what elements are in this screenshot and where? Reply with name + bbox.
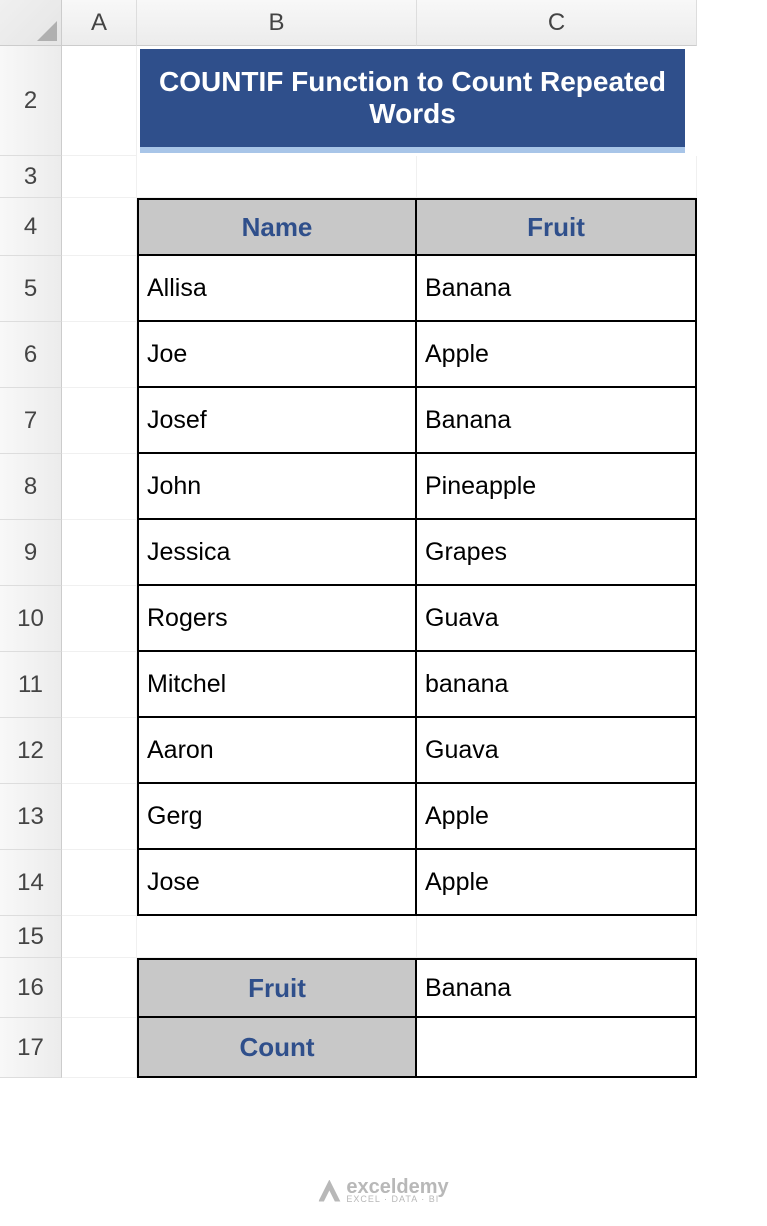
row-header-8[interactable]: 8 [0,454,62,520]
row-header-10[interactable]: 10 [0,586,62,652]
row-header-4[interactable]: 4 [0,198,62,256]
title-banner: COUNTIF Function to Count Repeated Words [140,49,685,153]
table-cell-name[interactable]: Jose [137,850,417,916]
cell-A12[interactable] [62,718,137,784]
summary-fruit-label[interactable]: Fruit [137,958,417,1018]
cell-A11[interactable] [62,652,137,718]
row-header-12[interactable]: 12 [0,718,62,784]
cell-A6[interactable] [62,322,137,388]
table-cell-name[interactable]: John [137,454,417,520]
watermark: exceldemy EXCEL · DATA · BI [318,1177,448,1204]
row-header-6[interactable]: 6 [0,322,62,388]
summary-fruit-value[interactable]: Banana [417,958,697,1018]
cell-A4[interactable] [62,198,137,256]
select-all-corner[interactable] [0,0,62,46]
table-cell-name[interactable]: Rogers [137,586,417,652]
cell-A10[interactable] [62,586,137,652]
row-header-9[interactable]: 9 [0,520,62,586]
cell-A8[interactable] [62,454,137,520]
table-cell-fruit[interactable]: Banana [417,388,697,454]
table-cell-fruit[interactable]: Apple [417,322,697,388]
table-cell-fruit[interactable]: banana [417,652,697,718]
cell-A14[interactable] [62,850,137,916]
cell-A2[interactable] [62,46,137,156]
table-cell-fruit[interactable]: Apple [417,784,697,850]
table-header-fruit[interactable]: Fruit [417,198,697,256]
summary-count-label[interactable]: Count [137,1018,417,1078]
table-cell-name[interactable]: Allisa [137,256,417,322]
table-cell-fruit[interactable]: Pineapple [417,454,697,520]
column-header-B[interactable]: B [137,0,417,46]
cell-C15[interactable] [417,916,697,958]
watermark-logo-icon [318,1180,340,1202]
spreadsheet-grid: A B C 2 COUNTIF Function to Count Repeat… [0,0,767,1078]
table-cell-name[interactable]: Gerg [137,784,417,850]
row-header-2[interactable]: 2 [0,46,62,156]
row-header-3[interactable]: 3 [0,156,62,198]
cell-C3[interactable] [417,156,697,198]
row-header-13[interactable]: 13 [0,784,62,850]
cell-A7[interactable] [62,388,137,454]
summary-count-value[interactable] [417,1018,697,1078]
cell-A3[interactable] [62,156,137,198]
row-header-11[interactable]: 11 [0,652,62,718]
table-cell-fruit[interactable]: Apple [417,850,697,916]
cell-A17[interactable] [62,1018,137,1078]
cell-A16[interactable] [62,958,137,1018]
table-cell-name[interactable]: Mitchel [137,652,417,718]
row-header-14[interactable]: 14 [0,850,62,916]
table-cell-fruit[interactable]: Grapes [417,520,697,586]
column-header-C[interactable]: C [417,0,697,46]
cell-A5[interactable] [62,256,137,322]
row-header-16[interactable]: 16 [0,958,62,1018]
table-cell-name[interactable]: Josef [137,388,417,454]
table-cell-fruit[interactable]: Guava [417,718,697,784]
row-header-17[interactable]: 17 [0,1018,62,1078]
cell-A15[interactable] [62,916,137,958]
cell-A13[interactable] [62,784,137,850]
table-cell-fruit[interactable]: Guava [417,586,697,652]
cell-B3[interactable] [137,156,417,198]
table-cell-name[interactable]: Joe [137,322,417,388]
table-header-name[interactable]: Name [137,198,417,256]
row-header-15[interactable]: 15 [0,916,62,958]
table-cell-name[interactable]: Aaron [137,718,417,784]
table-cell-fruit[interactable]: Banana [417,256,697,322]
watermark-tagline: EXCEL · DATA · BI [346,1195,448,1204]
row-header-7[interactable]: 7 [0,388,62,454]
row-header-5[interactable]: 5 [0,256,62,322]
table-cell-name[interactable]: Jessica [137,520,417,586]
cell-B15[interactable] [137,916,417,958]
cell-A9[interactable] [62,520,137,586]
column-header-A[interactable]: A [62,0,137,46]
